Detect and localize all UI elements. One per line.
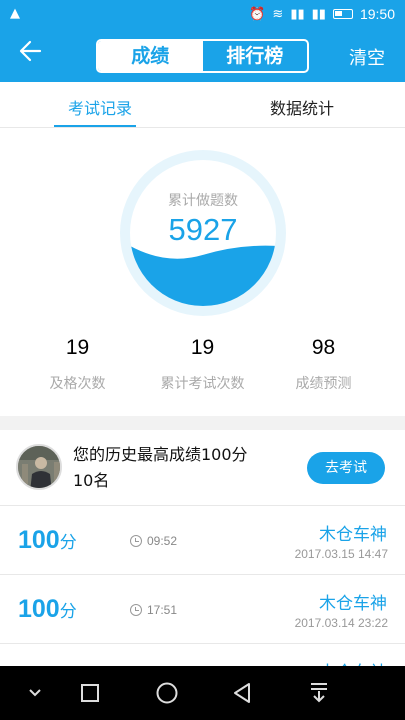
list-item[interactable]: 100分 17:51 木仓车神 2017.03.14 23:22 — [0, 575, 405, 644]
pull-down-button[interactable] — [308, 681, 330, 709]
pull-down-icon — [311, 683, 327, 703]
take-exam-button[interactable]: 去考试 — [307, 452, 385, 484]
status-bar: ▲ ⏰ ≋ ▮▮ ▮▮ 19:50 — [0, 0, 405, 30]
best-score-text: 您的历史最高成绩100分 10名 — [73, 442, 248, 494]
gauge-caption: 累计做题数 — [168, 193, 238, 209]
stat-label: 及格次数 — [49, 376, 106, 392]
tab-leaderboard[interactable]: 排行榜 — [203, 41, 308, 71]
tab-exam-records[interactable]: 考试记录 — [68, 95, 132, 119]
status-time: 19:50 — [359, 6, 395, 22]
tab-data-stats[interactable]: 数据统计 — [270, 95, 334, 119]
stat-value: 19 — [65, 336, 90, 359]
gauge-inner: 累计做题数 5927 — [130, 160, 276, 306]
signal-2-icon: ▮▮ — [311, 6, 326, 22]
recents-button[interactable] — [80, 681, 102, 709]
stat-label: 成绩预测 — [295, 376, 352, 392]
record-date: 2017.03.15 14:47 — [294, 547, 388, 561]
stat-exam-count: 19 累计考试次数 — [135, 336, 270, 393]
record-score: 100分 — [18, 526, 77, 554]
chevron-down-icon — [29, 689, 41, 697]
clock-icon — [130, 604, 142, 616]
triangle-back-icon — [234, 683, 250, 703]
stat-score-prediction: 98 成绩预测 — [256, 336, 391, 393]
gauge-value: 5927 — [168, 212, 238, 247]
back-button[interactable] — [18, 38, 54, 74]
stats-panel: 累计做题数 5927 19 及格次数 19 累计考试次数 98 成绩预测 — [0, 128, 405, 416]
app-bar: 成绩 排行榜 清空 — [0, 30, 405, 82]
square-icon — [81, 684, 99, 702]
avatar — [16, 444, 62, 490]
clock-icon — [130, 535, 142, 547]
home-button[interactable] — [154, 681, 180, 709]
system-nav-bar — [0, 666, 405, 720]
stat-value: 19 — [190, 336, 215, 359]
record-duration: 09:52 — [130, 534, 177, 548]
record-name: 木仓车神 — [319, 658, 387, 666]
user-photo-icon — [18, 446, 60, 488]
signal-icon: ▮▮ — [290, 6, 305, 22]
record-duration: 17:51 — [130, 603, 177, 617]
back-nav-button[interactable] — [231, 681, 255, 709]
best-score-card: 您的历史最高成绩100分 10名 去考试 — [0, 430, 405, 506]
alarm-icon: ⏰ — [249, 6, 266, 22]
best-score-line: 您的历史最高成绩100分 — [73, 445, 248, 464]
stat-pass-count: 19 及格次数 — [10, 336, 145, 393]
hide-nav-button[interactable] — [26, 681, 44, 709]
stat-value: 98 — [311, 336, 336, 359]
progress-gauge: 累计做题数 5927 — [120, 150, 286, 316]
sub-tabs: 考试记录 数据统计 — [0, 82, 405, 128]
android-notification-icon: ▲ — [10, 6, 20, 21]
best-rank-line: 10名 — [73, 471, 110, 490]
circle-icon — [156, 682, 178, 704]
battery-icon — [332, 9, 353, 19]
tab-scores[interactable]: 成绩 — [98, 41, 203, 71]
record-score: 100分 — [18, 595, 77, 623]
back-arrow-icon — [19, 40, 42, 62]
clear-button[interactable]: 清空 — [349, 44, 385, 70]
list-item[interactable]: 100分 09:52 木仓车神 2017.03.15 14:47 — [0, 506, 405, 575]
segmented-control: 成绩 排行榜 — [96, 39, 309, 73]
stat-label: 累计考试次数 — [160, 376, 245, 392]
record-name: 木仓车神 — [319, 594, 387, 614]
status-icons: ⏰ ≋ ▮▮ ▮▮ 19:50 — [249, 6, 395, 22]
exam-record-list: 100分 09:52 木仓车神 2017.03.15 14:47 100分 17… — [0, 506, 405, 666]
active-tab-indicator — [54, 125, 136, 127]
record-name: 木仓车神 — [319, 525, 387, 545]
record-date: 2017.03.14 23:22 — [294, 616, 388, 630]
list-item[interactable]: 木仓车神 — [0, 644, 405, 666]
wifi-icon: ≋ — [272, 6, 284, 22]
